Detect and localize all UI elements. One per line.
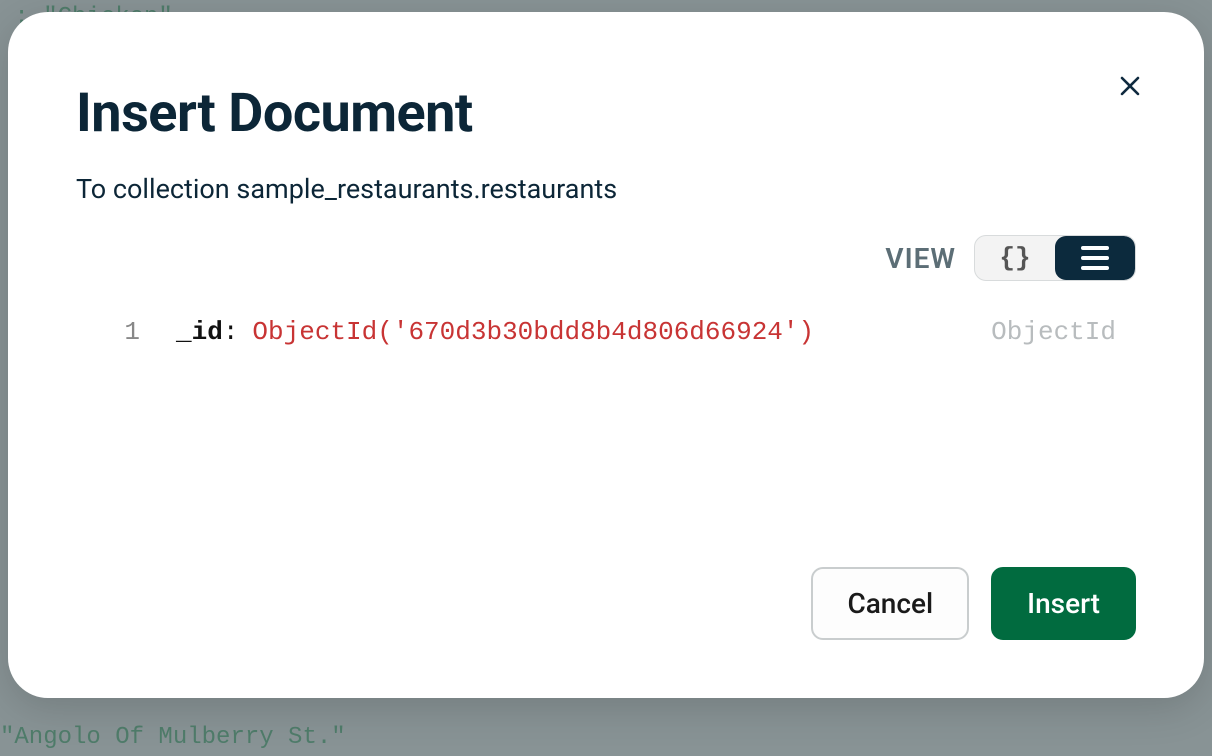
close-button[interactable]	[1114, 70, 1146, 106]
collection-name: sample_restaurants.restaurants	[236, 173, 617, 205]
field-type[interactable]: ObjectId	[991, 317, 1136, 347]
list-icon	[1081, 246, 1109, 270]
line-number: 1	[76, 317, 176, 347]
view-toggle: {}	[974, 235, 1136, 281]
cancel-button[interactable]: Cancel	[811, 567, 969, 640]
view-controls: VIEW {}	[76, 235, 1136, 281]
editor-content[interactable]: _id: ObjectId('670d3b30bdd8b4d806d66924'…	[176, 317, 1136, 347]
insert-document-modal: Insert Document To collection sample_res…	[8, 12, 1204, 698]
modal-title: Insert Document	[76, 82, 1136, 145]
editor-row[interactable]: 1 _id: ObjectId('670d3b30bdd8b4d806d6692…	[76, 317, 1136, 347]
field-key[interactable]: _id	[176, 317, 223, 347]
view-label: VIEW	[885, 242, 956, 275]
braces-icon: {}	[999, 243, 1030, 273]
view-list-button[interactable]	[1055, 236, 1135, 280]
insert-button[interactable]: Insert	[991, 567, 1136, 640]
modal-subtitle: To collection sample_restaurants.restaur…	[76, 173, 1136, 205]
document-editor[interactable]: 1 _id: ObjectId('670d3b30bdd8b4d806d6692…	[76, 317, 1136, 347]
subtitle-prefix: To collection	[76, 173, 236, 205]
field-colon: :	[223, 317, 239, 347]
modal-footer: Cancel Insert	[811, 567, 1136, 640]
field-value[interactable]: ObjectId('670d3b30bdd8b4d806d66924')	[252, 317, 814, 347]
close-icon	[1114, 70, 1146, 102]
view-json-button[interactable]: {}	[975, 236, 1055, 280]
